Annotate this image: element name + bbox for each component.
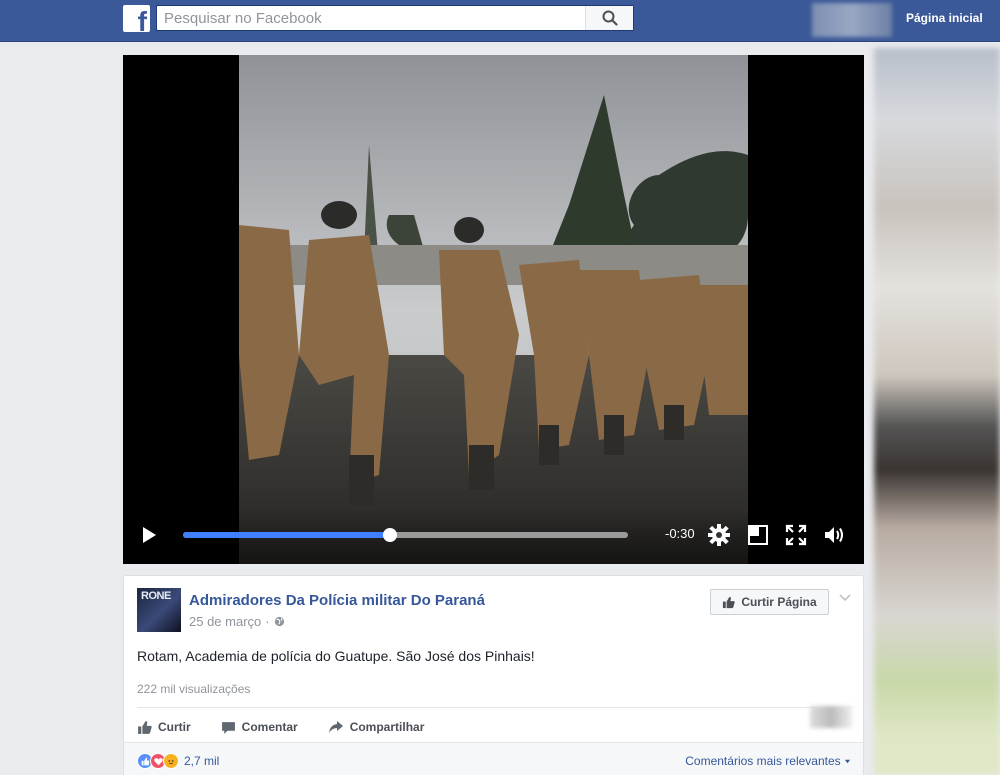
reactions-summary[interactable]: 2,7 mil	[137, 753, 219, 769]
facebook-logo[interactable]: f	[123, 5, 150, 32]
share-button[interactable]: Compartilhar	[328, 720, 425, 734]
page-avatar-text: RONE	[141, 590, 171, 602]
comment-sort-label: Comentários mais relevantes	[685, 754, 841, 768]
progress-bar[interactable]	[183, 528, 628, 542]
like-page-label: Curtir Página	[741, 595, 817, 609]
search-input[interactable]	[157, 6, 587, 30]
search-box	[156, 5, 634, 31]
caret-down-icon	[844, 760, 851, 764]
globe-icon	[274, 616, 284, 627]
share-label: Compartilhar	[349, 720, 425, 734]
post-date[interactable]: 25 de março	[189, 614, 261, 629]
comment-sort-dropdown[interactable]: Comentários mais relevantes	[685, 754, 851, 768]
settings-icon	[708, 524, 730, 546]
video-player[interactable]: -0:30	[123, 55, 864, 564]
reactions-bar: 2,7 mil Comentários mais relevantes	[124, 742, 863, 775]
play-button[interactable]	[136, 522, 162, 548]
video-controls: -0:30	[123, 508, 864, 564]
search-button[interactable]	[585, 6, 633, 30]
play-icon	[143, 527, 156, 543]
comment-button[interactable]: Comentar	[221, 720, 298, 735]
video-frame	[239, 55, 748, 564]
post-meta: 25 de março ·	[189, 614, 285, 629]
view-count: 222 mil visualizações	[137, 682, 251, 696]
fullscreen-button[interactable]	[783, 522, 809, 548]
thumbs-up-icon	[138, 720, 152, 734]
share-as-blurred[interactable]	[810, 706, 852, 728]
like-page-button[interactable]: Curtir Página	[710, 589, 829, 615]
like-button[interactable]: Curtir	[137, 720, 191, 735]
search-icon	[602, 10, 618, 26]
post-options-button[interactable]	[837, 590, 853, 606]
picture-in-picture-icon	[748, 525, 768, 545]
comment-label: Comentar	[241, 720, 298, 734]
page-name-link[interactable]: Admiradores Da Polícia militar Do Paraná	[189, 592, 485, 609]
share-icon	[328, 721, 343, 733]
angry-reaction-icon	[163, 753, 179, 769]
page-avatar[interactable]: RONE	[137, 588, 181, 632]
meta-separator: ·	[265, 614, 270, 629]
top-navigation-bar: f Página inicial	[0, 0, 1000, 42]
thumbs-up-icon	[723, 596, 736, 608]
post-card: RONE Admiradores Da Polícia militar Do P…	[123, 575, 864, 775]
right-column-blurred	[874, 48, 1000, 775]
comment-icon	[221, 721, 235, 734]
volume-button[interactable]	[822, 522, 848, 548]
video-scene-image	[239, 55, 748, 564]
post-actions: Curtir Comentar Compartilhar	[137, 712, 454, 742]
time-remaining: -0:30	[665, 526, 695, 541]
fullscreen-icon	[785, 524, 807, 546]
divider	[137, 707, 852, 708]
picture-in-picture-button[interactable]	[745, 522, 771, 548]
volume-icon	[825, 527, 843, 543]
home-link[interactable]: Página inicial	[906, 11, 983, 25]
chevron-down-icon	[839, 594, 851, 602]
settings-button[interactable]	[706, 522, 732, 548]
post-text: Rotam, Academia de polícia do Guatupe. S…	[137, 648, 535, 664]
reaction-count: 2,7 mil	[184, 754, 220, 768]
facebook-logo-letter: f	[137, 6, 147, 33]
progress-fill	[183, 532, 390, 538]
like-label: Curtir	[158, 720, 191, 734]
profile-link-blurred[interactable]	[812, 3, 892, 37]
progress-scrubber[interactable]	[382, 528, 397, 542]
